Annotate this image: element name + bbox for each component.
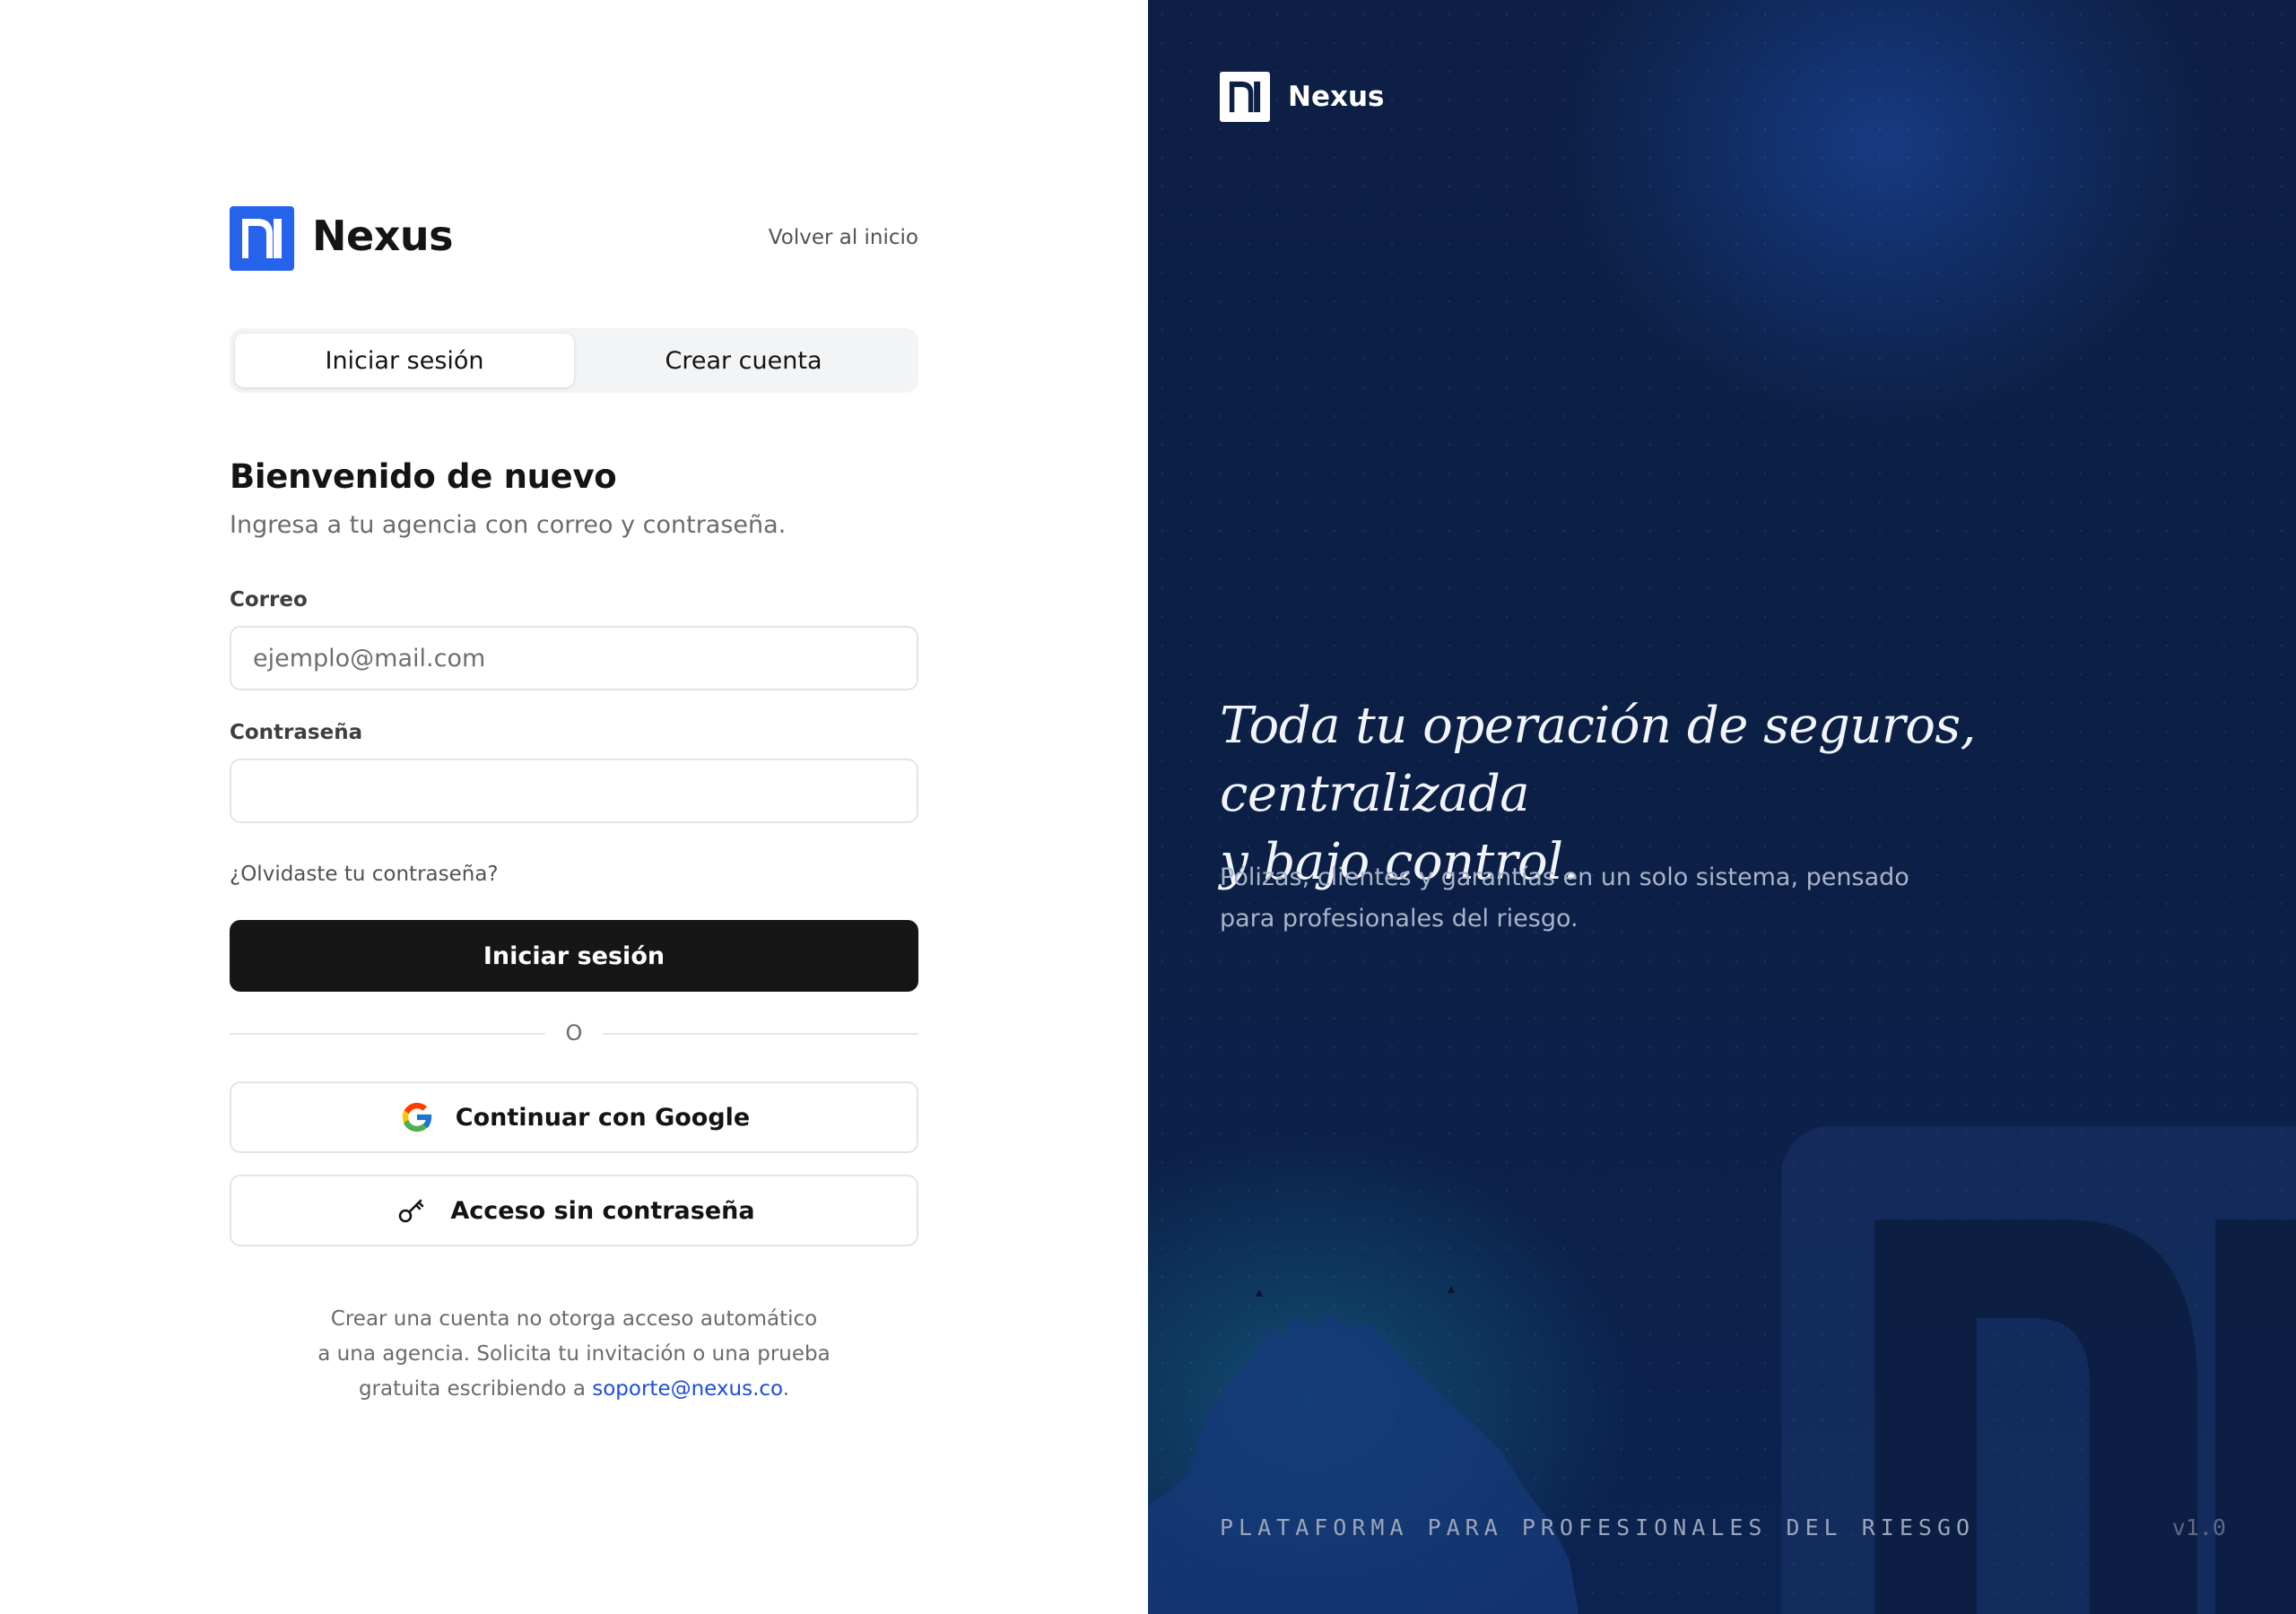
sign-in-button[interactable]: Iniciar sesión: [230, 920, 918, 992]
passwordless-sign-in-button[interactable]: Acceso sin contraseña: [230, 1175, 918, 1246]
account-notice: Crear una cuenta no otorga acceso automá…: [230, 1302, 918, 1407]
brand-header: Nexus Volver al inicio: [230, 204, 918, 271]
passwordless-sign-in-label: Acceso sin contraseña: [450, 1196, 755, 1225]
page-subtitle: Ingresa a tu agencia con correo y contra…: [230, 511, 787, 539]
nexus-logo-icon: [1220, 72, 1270, 122]
password-field[interactable]: [230, 759, 918, 823]
forgot-password-link[interactable]: ¿Olvidaste tu contraseña?: [230, 861, 499, 888]
mountain-silhouette-icon: [1148, 1286, 1578, 1614]
google-icon: [398, 1098, 436, 1136]
page-title: Bienvenido de nuevo: [230, 457, 617, 496]
google-sign-in-label: Continuar con Google: [455, 1103, 751, 1132]
hero-description-line-1: Pólizas, clientes y garantías en un solo…: [1220, 863, 1909, 891]
hero-panel: Nexus Toda tu operación de seguros, cent…: [1148, 0, 2296, 1614]
hero-tagline-line-1: Toda tu operación de seguros, centraliza…: [1220, 697, 1976, 823]
google-sign-in-button[interactable]: Continuar con Google: [230, 1081, 918, 1153]
password-label: Contraseña: [230, 721, 363, 744]
hero-description-line-2: para profesionales del riesgo.: [1220, 905, 1578, 933]
nexus-logo-icon: [230, 206, 294, 271]
account-notice-line-3: gratuita escribiendo a soporte@nexus.co.: [230, 1372, 918, 1407]
hero-description: Pólizas, clientes y garantías en un solo…: [1220, 857, 1937, 940]
back-to-home-link[interactable]: Volver al inicio: [769, 224, 918, 251]
auth-tabs: Iniciar sesión Crear cuenta: [230, 328, 918, 393]
support-email-link[interactable]: soporte@nexus.co: [592, 1377, 782, 1401]
version-label: v1.0: [2171, 1514, 2226, 1540]
auth-form-column: Nexus Volver al inicio Iniciar sesión Cr…: [230, 204, 918, 1401]
email-field[interactable]: [230, 626, 918, 690]
tab-sign-in[interactable]: Iniciar sesión: [235, 334, 574, 387]
brand-name: Nexus: [312, 212, 454, 260]
account-notice-prefix: gratuita escribiendo a: [358, 1377, 593, 1401]
hero-brand-name: Nexus: [1288, 81, 1385, 113]
key-icon: [393, 1192, 430, 1229]
divider-line-right: [603, 1033, 918, 1035]
email-label: Correo: [230, 588, 308, 612]
tab-create-account[interactable]: Crear cuenta: [574, 334, 913, 387]
account-notice-suffix: .: [782, 1377, 790, 1401]
account-notice-line-1: Crear una cuenta no otorga acceso automá…: [330, 1307, 818, 1331]
account-notice-line-2: a una agencia. Solicita tu invitación o …: [317, 1342, 831, 1366]
hero-footer-label: PLATAFORMA PARA PROFESIONALES DEL RIESGO: [1220, 1514, 1976, 1540]
or-divider: O: [230, 1017, 918, 1049]
auth-panel: Nexus Volver al inicio Iniciar sesión Cr…: [0, 0, 1148, 1614]
